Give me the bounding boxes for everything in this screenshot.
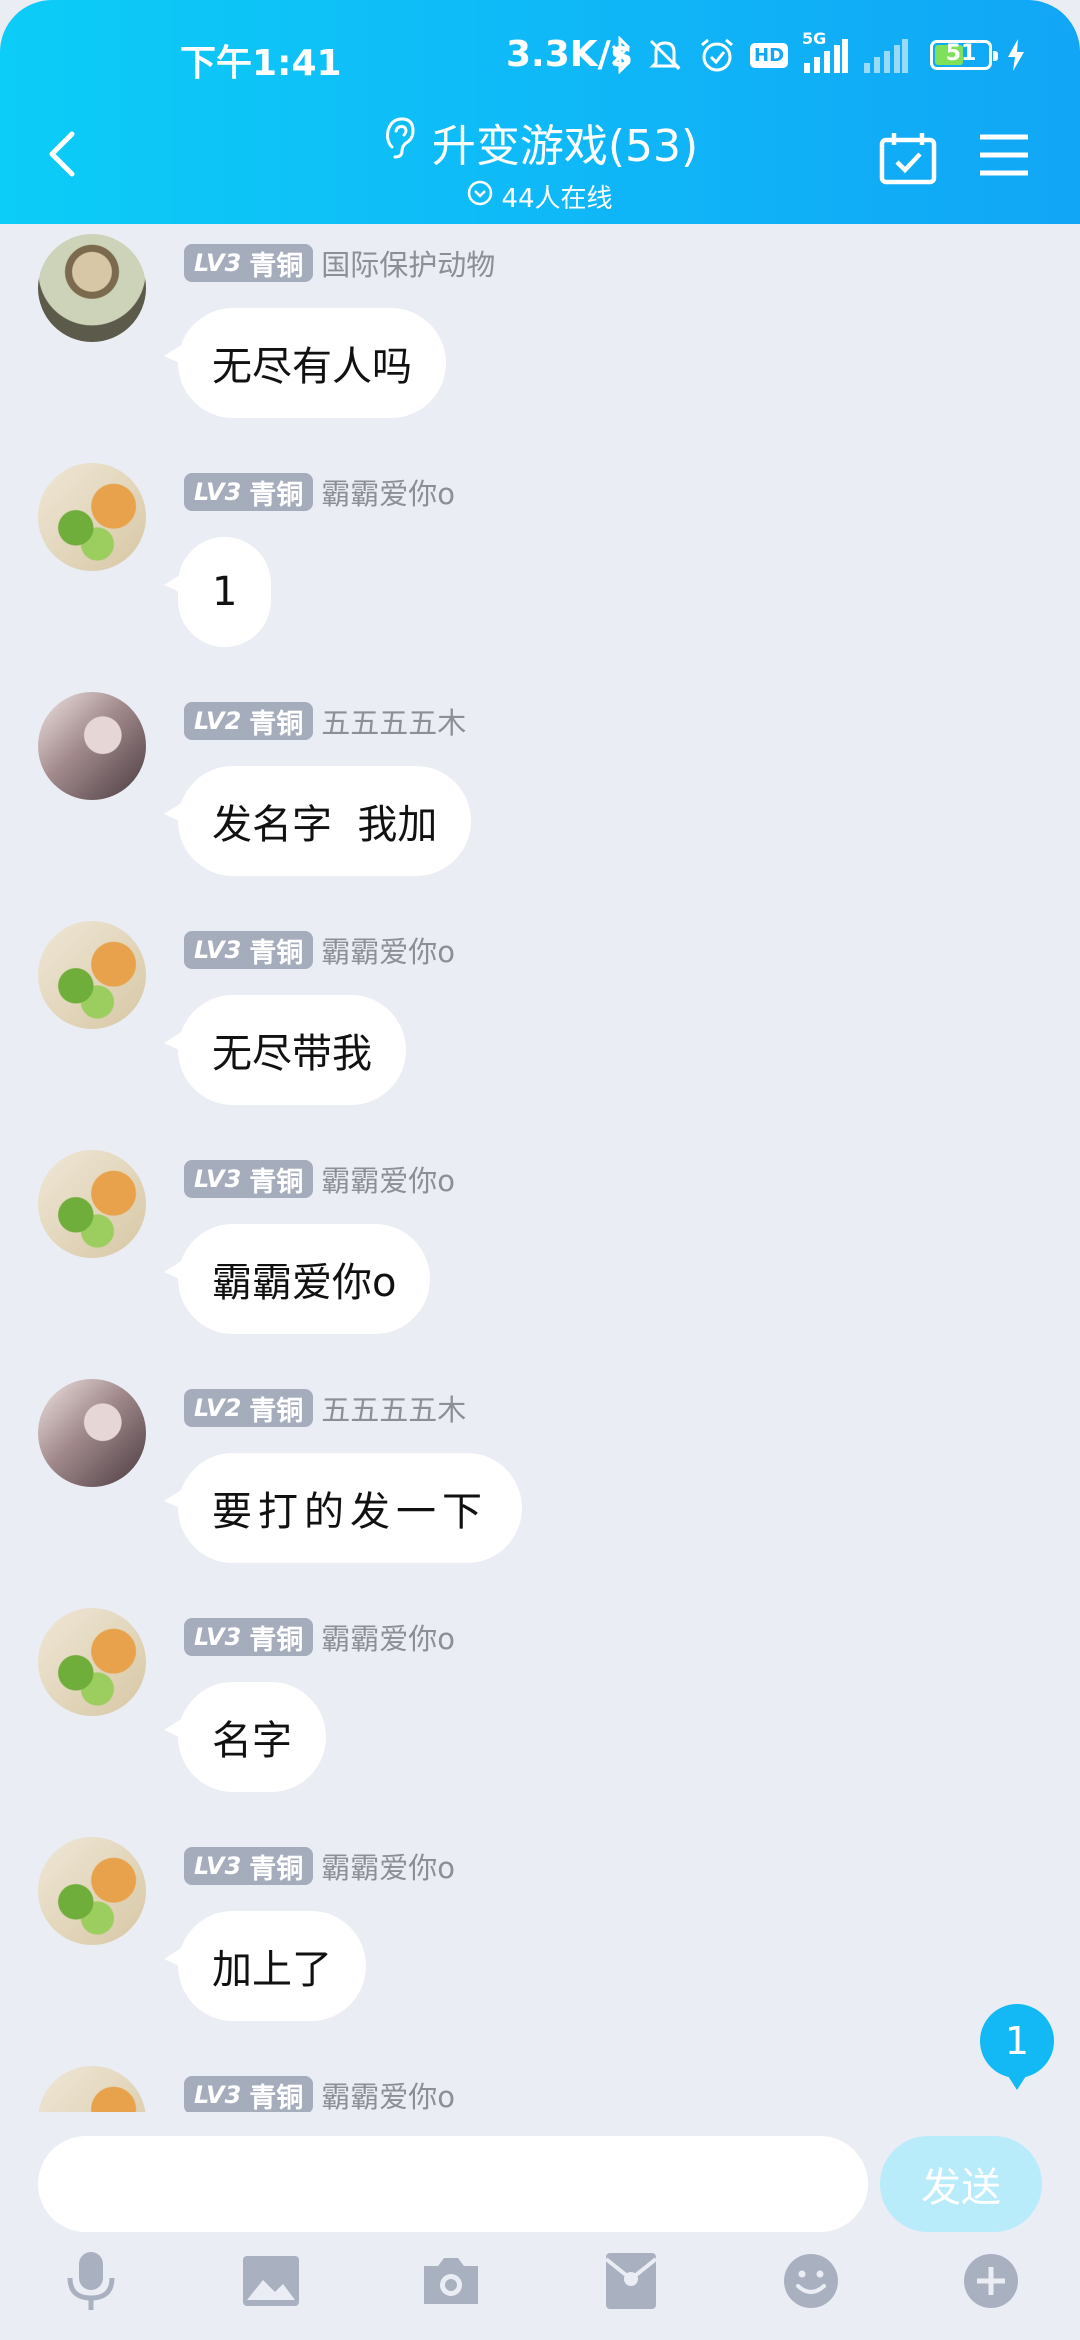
user-avatar[interactable] bbox=[38, 921, 146, 1029]
sender-nickname[interactable]: 霸霸爱你o bbox=[321, 1616, 455, 1658]
battery-icon: 51 bbox=[930, 40, 999, 70]
more-button[interactable] bbox=[956, 2248, 1026, 2318]
voice-button[interactable] bbox=[56, 2248, 126, 2318]
image-button[interactable] bbox=[236, 2248, 306, 2318]
wifi-signal-icon bbox=[862, 37, 909, 73]
status-bar: 下午1:41 3.3K/s HD 5G 51 bbox=[0, 0, 1080, 118]
hd-icon: HD bbox=[750, 42, 789, 68]
emoji-button[interactable] bbox=[776, 2248, 846, 2318]
sender-nickname[interactable]: 五五五五木 bbox=[321, 700, 466, 742]
signal-label: 5G bbox=[802, 29, 827, 48]
user-avatar[interactable] bbox=[38, 2066, 146, 2112]
message-bubble[interactable]: 发名字 我加 bbox=[163, 766, 472, 876]
user-avatar[interactable] bbox=[38, 1608, 146, 1716]
plus-icon bbox=[962, 2252, 1020, 2314]
cellular-signal-icon: 5G bbox=[802, 29, 849, 73]
level-badge: LV3 青铜 bbox=[184, 473, 314, 511]
message-input[interactable] bbox=[38, 2136, 868, 2232]
composer: 发送 bbox=[0, 2112, 1080, 2232]
level-badge: LV3 青铜 bbox=[184, 1618, 314, 1656]
red-packet-button[interactable] bbox=[596, 2248, 666, 2318]
sender-nickname[interactable]: 霸霸爱你o bbox=[321, 929, 455, 971]
user-avatar[interactable] bbox=[38, 1150, 146, 1258]
alarm-icon bbox=[698, 36, 736, 74]
level-badge: LV3 青铜 bbox=[184, 244, 314, 282]
level-badge: LV3 青铜 bbox=[184, 2076, 314, 2112]
sender-nickname[interactable]: 霸霸爱你o bbox=[321, 1158, 455, 1200]
message-bubble[interactable]: 无尽有人吗 bbox=[164, 308, 446, 418]
menu-button[interactable] bbox=[978, 132, 1030, 178]
status-icons: HD 5G 51 bbox=[610, 29, 1026, 80]
message-bubble[interactable]: 1 bbox=[163, 537, 272, 647]
composer-toolbar bbox=[0, 2226, 1080, 2340]
image-icon bbox=[241, 2254, 301, 2312]
message-bubble[interactable]: 无尽带我 bbox=[164, 995, 406, 1105]
emoji-icon bbox=[782, 2252, 840, 2314]
message-bubble[interactable]: 霸霸爱你o bbox=[163, 1224, 431, 1334]
message-list[interactable]: LV3 青铜 国际保护动物 无尽有人吗 LV3 青铜 霸霸爱你o 1 LV2 青铜 五… bbox=[0, 224, 1080, 2112]
sender-nickname[interactable]: 五五五五木 bbox=[321, 1387, 466, 1429]
level-badge: LV3 青铜 bbox=[184, 1847, 314, 1885]
status-time: 下午1:41 bbox=[180, 43, 342, 84]
mute-bell-icon bbox=[646, 36, 684, 74]
camera-button[interactable] bbox=[416, 2248, 486, 2318]
user-avatar[interactable] bbox=[38, 1837, 146, 1945]
calendar-check-icon bbox=[878, 133, 938, 190]
unread-message-badge[interactable]: 1 bbox=[980, 2004, 1054, 2090]
red-packet-icon bbox=[604, 2251, 658, 2315]
send-button[interactable]: 发送 bbox=[880, 2136, 1042, 2232]
level-badge: LV3 青铜 bbox=[184, 1160, 314, 1198]
user-avatar[interactable] bbox=[38, 1379, 146, 1487]
battery-level: 51 bbox=[945, 41, 977, 66]
ear-icon bbox=[382, 113, 418, 172]
sender-nickname[interactable]: 霸霸爱你o bbox=[321, 1845, 455, 1887]
camera-icon bbox=[420, 2254, 482, 2312]
online-count: 44人在线 bbox=[501, 184, 613, 214]
calendar-checkin-button[interactable] bbox=[878, 130, 938, 186]
level-badge: LV2 青铜 bbox=[184, 1389, 314, 1427]
chat-title: 升变游戏(53) bbox=[431, 121, 699, 172]
level-badge: LV2 青铜 bbox=[184, 702, 314, 740]
user-avatar[interactable] bbox=[38, 692, 146, 800]
user-avatar[interactable] bbox=[38, 463, 146, 571]
bluetooth-icon bbox=[610, 36, 632, 74]
charging-icon bbox=[1006, 38, 1026, 72]
level-badge: LV3 青铜 bbox=[184, 931, 314, 969]
message-bubble[interactable]: 加上了 bbox=[164, 1911, 366, 2021]
sender-nickname[interactable]: 霸霸爱你o bbox=[321, 471, 455, 513]
message-bubble[interactable]: 名字 bbox=[164, 1682, 326, 1792]
chat-header: 下午1:41 3.3K/s HD 5G 51 升变游戏(53) 44人在线 bbox=[0, 0, 1080, 224]
sender-nickname[interactable]: 国际保护动物 bbox=[321, 242, 495, 284]
chevron-down-circle-icon bbox=[467, 180, 493, 213]
hamburger-menu-icon bbox=[978, 134, 1030, 182]
message-bubble[interactable]: 要打的发一下 bbox=[164, 1453, 522, 1563]
microphone-icon bbox=[64, 2250, 118, 2316]
user-avatar[interactable] bbox=[38, 234, 146, 342]
sender-nickname[interactable]: 霸霸爱你o bbox=[321, 2074, 455, 2112]
